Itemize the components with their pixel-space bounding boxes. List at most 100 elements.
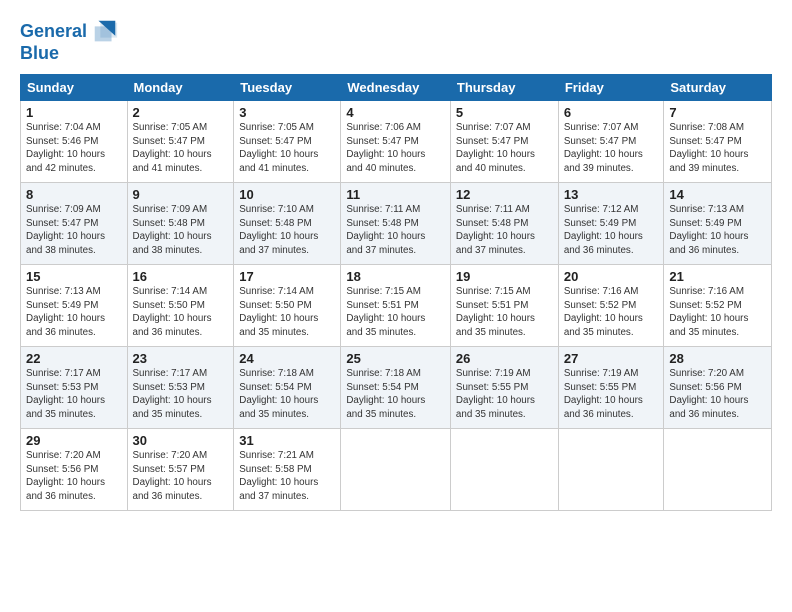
calendar-day-cell: 20 Sunrise: 7:16 AMSunset: 5:52 PMDaylig… bbox=[558, 264, 664, 346]
day-info: Sunrise: 7:10 AMSunset: 5:48 PMDaylight:… bbox=[239, 204, 318, 256]
calendar-day-cell: 3 Sunrise: 7:05 AMSunset: 5:47 PMDayligh… bbox=[234, 100, 341, 182]
day-info: Sunrise: 7:17 AMSunset: 5:53 PMDaylight:… bbox=[26, 368, 105, 420]
calendar-table: SundayMondayTuesdayWednesdayThursdayFrid… bbox=[20, 74, 772, 511]
calendar-day-cell: 10 Sunrise: 7:10 AMSunset: 5:48 PMDaylig… bbox=[234, 182, 341, 264]
day-number: 13 bbox=[564, 187, 659, 202]
calendar-day-cell: 14 Sunrise: 7:13 AMSunset: 5:49 PMDaylig… bbox=[664, 182, 772, 264]
day-info: Sunrise: 7:11 AMSunset: 5:48 PMDaylight:… bbox=[346, 204, 425, 256]
calendar-day-cell: 27 Sunrise: 7:19 AMSunset: 5:55 PMDaylig… bbox=[558, 346, 664, 428]
calendar-day-cell: 30 Sunrise: 7:20 AMSunset: 5:57 PMDaylig… bbox=[127, 428, 234, 510]
calendar-day-cell: 7 Sunrise: 7:08 AMSunset: 5:47 PMDayligh… bbox=[664, 100, 772, 182]
empty-cell bbox=[664, 428, 772, 510]
calendar-day-cell: 24 Sunrise: 7:18 AMSunset: 5:54 PMDaylig… bbox=[234, 346, 341, 428]
day-number: 26 bbox=[456, 351, 553, 366]
day-info: Sunrise: 7:09 AMSunset: 5:48 PMDaylight:… bbox=[133, 204, 212, 256]
calendar-day-cell: 2 Sunrise: 7:05 AMSunset: 5:47 PMDayligh… bbox=[127, 100, 234, 182]
empty-cell bbox=[558, 428, 664, 510]
day-number: 24 bbox=[239, 351, 335, 366]
calendar-day-cell: 23 Sunrise: 7:17 AMSunset: 5:53 PMDaylig… bbox=[127, 346, 234, 428]
day-number: 30 bbox=[133, 433, 229, 448]
empty-cell bbox=[341, 428, 451, 510]
day-number: 9 bbox=[133, 187, 229, 202]
calendar-day-cell: 5 Sunrise: 7:07 AMSunset: 5:47 PMDayligh… bbox=[450, 100, 558, 182]
day-info: Sunrise: 7:20 AMSunset: 5:56 PMDaylight:… bbox=[669, 368, 748, 420]
calendar-day-cell: 21 Sunrise: 7:16 AMSunset: 5:52 PMDaylig… bbox=[664, 264, 772, 346]
calendar-day-cell: 18 Sunrise: 7:15 AMSunset: 5:51 PMDaylig… bbox=[341, 264, 451, 346]
day-info: Sunrise: 7:06 AMSunset: 5:47 PMDaylight:… bbox=[346, 122, 425, 174]
calendar-day-cell: 19 Sunrise: 7:15 AMSunset: 5:51 PMDaylig… bbox=[450, 264, 558, 346]
day-number: 7 bbox=[669, 105, 766, 120]
day-number: 16 bbox=[133, 269, 229, 284]
day-number: 19 bbox=[456, 269, 553, 284]
day-number: 3 bbox=[239, 105, 335, 120]
calendar-week-row: 29 Sunrise: 7:20 AMSunset: 5:56 PMDaylig… bbox=[21, 428, 772, 510]
day-number: 2 bbox=[133, 105, 229, 120]
calendar-day-cell: 15 Sunrise: 7:13 AMSunset: 5:49 PMDaylig… bbox=[21, 264, 128, 346]
calendar-week-row: 8 Sunrise: 7:09 AMSunset: 5:47 PMDayligh… bbox=[21, 182, 772, 264]
weekday-header-wednesday: Wednesday bbox=[341, 74, 451, 100]
day-number: 25 bbox=[346, 351, 445, 366]
day-number: 1 bbox=[26, 105, 122, 120]
calendar-week-row: 15 Sunrise: 7:13 AMSunset: 5:49 PMDaylig… bbox=[21, 264, 772, 346]
day-info: Sunrise: 7:19 AMSunset: 5:55 PMDaylight:… bbox=[456, 368, 535, 420]
day-info: Sunrise: 7:11 AMSunset: 5:48 PMDaylight:… bbox=[456, 204, 535, 256]
day-info: Sunrise: 7:14 AMSunset: 5:50 PMDaylight:… bbox=[133, 286, 212, 338]
calendar-day-cell: 13 Sunrise: 7:12 AMSunset: 5:49 PMDaylig… bbox=[558, 182, 664, 264]
calendar-day-cell: 22 Sunrise: 7:17 AMSunset: 5:53 PMDaylig… bbox=[21, 346, 128, 428]
day-info: Sunrise: 7:20 AMSunset: 5:56 PMDaylight:… bbox=[26, 450, 105, 502]
day-number: 21 bbox=[669, 269, 766, 284]
page-header: General Blue bbox=[20, 18, 772, 64]
day-info: Sunrise: 7:13 AMSunset: 5:49 PMDaylight:… bbox=[669, 204, 748, 256]
day-number: 18 bbox=[346, 269, 445, 284]
weekday-header-row: SundayMondayTuesdayWednesdayThursdayFrid… bbox=[21, 74, 772, 100]
calendar-day-cell: 9 Sunrise: 7:09 AMSunset: 5:48 PMDayligh… bbox=[127, 182, 234, 264]
day-info: Sunrise: 7:15 AMSunset: 5:51 PMDaylight:… bbox=[456, 286, 535, 338]
weekday-header-thursday: Thursday bbox=[450, 74, 558, 100]
calendar-day-cell: 11 Sunrise: 7:11 AMSunset: 5:48 PMDaylig… bbox=[341, 182, 451, 264]
day-number: 17 bbox=[239, 269, 335, 284]
day-number: 23 bbox=[133, 351, 229, 366]
weekday-header-friday: Friday bbox=[558, 74, 664, 100]
calendar-day-cell: 28 Sunrise: 7:20 AMSunset: 5:56 PMDaylig… bbox=[664, 346, 772, 428]
day-number: 10 bbox=[239, 187, 335, 202]
calendar-day-cell: 25 Sunrise: 7:18 AMSunset: 5:54 PMDaylig… bbox=[341, 346, 451, 428]
day-info: Sunrise: 7:14 AMSunset: 5:50 PMDaylight:… bbox=[239, 286, 318, 338]
day-number: 29 bbox=[26, 433, 122, 448]
day-number: 31 bbox=[239, 433, 335, 448]
day-number: 27 bbox=[564, 351, 659, 366]
day-info: Sunrise: 7:07 AMSunset: 5:47 PMDaylight:… bbox=[564, 122, 643, 174]
day-info: Sunrise: 7:08 AMSunset: 5:47 PMDaylight:… bbox=[669, 122, 748, 174]
day-number: 14 bbox=[669, 187, 766, 202]
empty-cell bbox=[450, 428, 558, 510]
calendar-day-cell: 6 Sunrise: 7:07 AMSunset: 5:47 PMDayligh… bbox=[558, 100, 664, 182]
weekday-header-saturday: Saturday bbox=[664, 74, 772, 100]
day-info: Sunrise: 7:20 AMSunset: 5:57 PMDaylight:… bbox=[133, 450, 212, 502]
day-info: Sunrise: 7:17 AMSunset: 5:53 PMDaylight:… bbox=[133, 368, 212, 420]
day-number: 5 bbox=[456, 105, 553, 120]
calendar-week-row: 1 Sunrise: 7:04 AMSunset: 5:46 PMDayligh… bbox=[21, 100, 772, 182]
calendar-week-row: 22 Sunrise: 7:17 AMSunset: 5:53 PMDaylig… bbox=[21, 346, 772, 428]
day-info: Sunrise: 7:07 AMSunset: 5:47 PMDaylight:… bbox=[456, 122, 535, 174]
day-number: 15 bbox=[26, 269, 122, 284]
day-info: Sunrise: 7:05 AMSunset: 5:47 PMDaylight:… bbox=[133, 122, 212, 174]
calendar-day-cell: 4 Sunrise: 7:06 AMSunset: 5:47 PMDayligh… bbox=[341, 100, 451, 182]
day-number: 6 bbox=[564, 105, 659, 120]
day-number: 20 bbox=[564, 269, 659, 284]
day-info: Sunrise: 7:04 AMSunset: 5:46 PMDaylight:… bbox=[26, 122, 105, 174]
day-info: Sunrise: 7:18 AMSunset: 5:54 PMDaylight:… bbox=[346, 368, 425, 420]
calendar-day-cell: 17 Sunrise: 7:14 AMSunset: 5:50 PMDaylig… bbox=[234, 264, 341, 346]
logo-icon bbox=[91, 18, 119, 46]
weekday-header-sunday: Sunday bbox=[21, 74, 128, 100]
calendar-day-cell: 1 Sunrise: 7:04 AMSunset: 5:46 PMDayligh… bbox=[21, 100, 128, 182]
calendar-day-cell: 31 Sunrise: 7:21 AMSunset: 5:58 PMDaylig… bbox=[234, 428, 341, 510]
day-number: 28 bbox=[669, 351, 766, 366]
day-info: Sunrise: 7:21 AMSunset: 5:58 PMDaylight:… bbox=[239, 450, 318, 502]
day-info: Sunrise: 7:15 AMSunset: 5:51 PMDaylight:… bbox=[346, 286, 425, 338]
day-info: Sunrise: 7:12 AMSunset: 5:49 PMDaylight:… bbox=[564, 204, 643, 256]
day-info: Sunrise: 7:16 AMSunset: 5:52 PMDaylight:… bbox=[564, 286, 643, 338]
day-info: Sunrise: 7:18 AMSunset: 5:54 PMDaylight:… bbox=[239, 368, 318, 420]
day-info: Sunrise: 7:05 AMSunset: 5:47 PMDaylight:… bbox=[239, 122, 318, 174]
logo: General Blue bbox=[20, 18, 119, 64]
day-info: Sunrise: 7:16 AMSunset: 5:52 PMDaylight:… bbox=[669, 286, 748, 338]
day-number: 4 bbox=[346, 105, 445, 120]
